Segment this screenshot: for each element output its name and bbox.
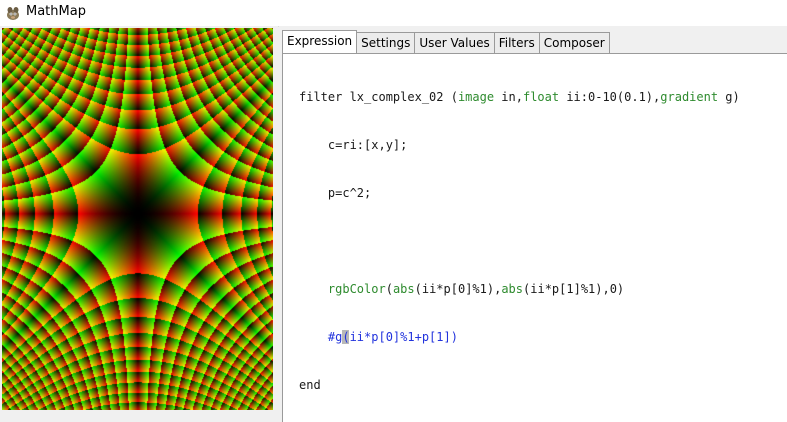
code-comment: #g: [327, 330, 343, 344]
code-line-1: filter lx_complex_02 (image in,float ii:…: [299, 89, 740, 105]
code-function: rgbColor: [327, 282, 386, 296]
code-line-7: end: [299, 378, 321, 392]
code-comment: (ii*p[0]%1+p[1]): [342, 330, 458, 344]
code-token: in,: [494, 90, 523, 104]
code-function: abs: [392, 282, 415, 296]
preview-panel: [0, 26, 278, 422]
code-text[interactable]: filter lx_complex_02 (image in,float ii:…: [299, 57, 740, 422]
code-line-5: rgbColor(abs(ii*p[0]%1),abs(ii*p[1]%1),0…: [299, 281, 740, 297]
tab-settings[interactable]: Settings: [356, 32, 416, 53]
tab-filters[interactable]: Filters: [493, 32, 540, 53]
tab-expression[interactable]: Expression: [282, 30, 358, 53]
code-token: ii:0-10(0.1),: [559, 90, 661, 104]
title-bar: MathMap: [0, 0, 787, 27]
code-line-6: #g(ii*p[0]%1+p[1]): [299, 329, 740, 345]
tab-bar: Expression Settings User Values Filters …: [282, 30, 610, 53]
code-line-3: p=c^2;: [299, 186, 372, 200]
tab-user-values[interactable]: User Values: [414, 32, 495, 53]
code-function: abs: [501, 282, 524, 296]
code-type-keyword: gradient: [660, 90, 719, 104]
editor-panel: Expression Settings User Values Filters …: [279, 26, 787, 422]
code-token: (: [385, 282, 393, 296]
code-token: g): [718, 90, 740, 104]
gimp-icon: [7, 7, 19, 20]
code-token: (ii*p[0]%1),: [414, 282, 502, 296]
code-type-keyword: image: [457, 90, 495, 104]
tab-composer[interactable]: Composer: [538, 32, 610, 53]
code-token: (ii*p[1]%1),0): [523, 282, 625, 296]
code-line-2: c=ri:[x,y];: [299, 138, 408, 152]
code-token: filter lx_complex_02 (: [299, 90, 458, 104]
preview-image[interactable]: [2, 28, 273, 410]
window-title: MathMap: [26, 4, 86, 19]
expression-editor[interactable]: filter lx_complex_02 (image in,float ii:…: [282, 53, 787, 422]
code-type-keyword: float: [522, 90, 560, 104]
